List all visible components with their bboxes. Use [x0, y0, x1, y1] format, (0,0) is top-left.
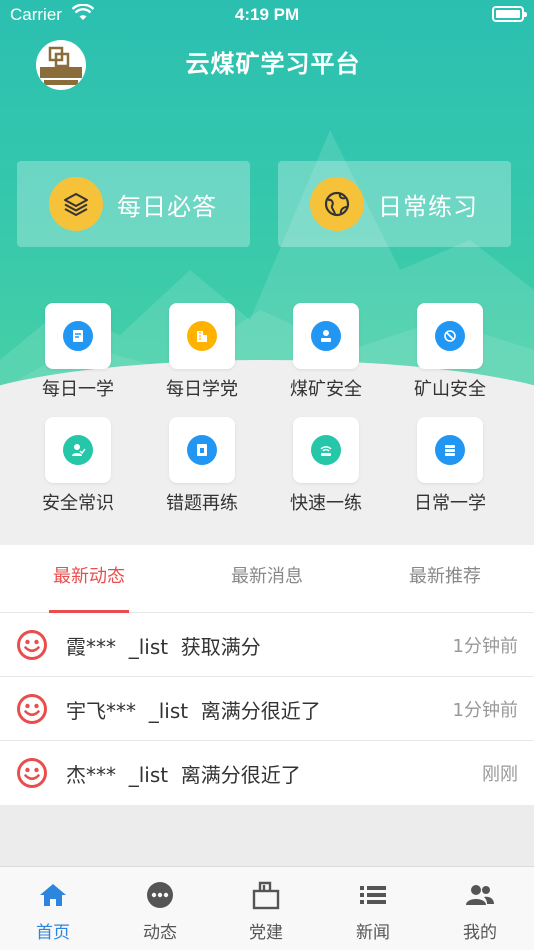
tabbar-party[interactable]: 党建 — [213, 867, 319, 950]
grid-item-label: 矿山安全 — [414, 379, 486, 400]
grid-item-label: 日常一学 — [414, 493, 486, 514]
battery-icon — [492, 6, 527, 22]
tabbar-label: 党建 — [249, 923, 283, 943]
feed-time: 刚刚 — [482, 764, 518, 785]
people-icon — [466, 885, 494, 905]
activity-feed: 霞*** _list 获取满分 1分钟前 宇飞*** _list 离满分很近了 … — [0, 613, 534, 805]
list-item[interactable]: 霞*** _list 获取满分 1分钟前 — [0, 613, 534, 677]
daily-practice-label: 日常练习 — [378, 192, 478, 221]
grid-item-label: 安全常识 — [42, 493, 114, 514]
smile-icon — [17, 758, 47, 788]
worker-icon — [311, 321, 341, 351]
grid-item-quick-practice[interactable]: 快速一练 — [271, 417, 381, 515]
daily-answer-button[interactable]: 每日必答 — [17, 161, 250, 247]
grid-item-label: 快速一练 — [290, 493, 362, 514]
chat-dots-icon — [147, 882, 173, 908]
status-bar: Carrier 4:19 PM — [0, 0, 534, 30]
tab-label: 最新动态 — [53, 566, 125, 587]
feed-time: 1分钟前 — [452, 700, 518, 721]
person-check-icon — [63, 435, 93, 465]
router-icon — [311, 435, 341, 465]
calendar-icon — [187, 435, 217, 465]
clock: 4:19 PM — [234, 5, 300, 24]
tab-latest-messages[interactable]: 最新消息 — [178, 545, 356, 613]
grid-item-daily-party[interactable]: 每日学党 — [147, 303, 257, 401]
list-icon — [360, 886, 386, 904]
news-tabs: 最新动态 最新消息 最新推荐 — [0, 545, 534, 613]
tabbar-label: 我的 — [463, 923, 497, 943]
tab-latest-activity[interactable]: 最新动态 — [0, 545, 178, 613]
list-item[interactable]: 宇飞*** _list 离满分很近了 1分钟前 — [0, 677, 534, 741]
grid-item-label: 煤矿安全 — [290, 379, 362, 400]
daily-answer-label: 每日必答 — [117, 192, 217, 221]
layers-icon — [49, 177, 103, 231]
daily-practice-button[interactable]: 日常练习 — [278, 161, 511, 247]
grid-item-wrong-practice[interactable]: 错题再练 — [147, 417, 257, 515]
tabbar-news[interactable]: 新闻 — [320, 867, 426, 950]
feed-text: 宇飞*** _list 离满分很近了 — [66, 699, 321, 723]
tab-label: 最新推荐 — [409, 566, 481, 587]
page-title: 云煤矿学习平台 — [185, 50, 361, 78]
feed-text: 杰*** _list 离满分很近了 — [66, 763, 301, 787]
feed-text: 霞*** _list 获取满分 — [66, 635, 261, 659]
tabbar-label: 首页 — [36, 923, 70, 943]
building-icon — [187, 321, 217, 351]
smile-icon — [17, 694, 47, 724]
grid-item-label: 错题再练 — [166, 493, 238, 514]
grid-item-mine-safety[interactable]: 矿山安全 — [395, 303, 505, 401]
server-icon — [435, 435, 465, 465]
feed-time: 1分钟前 — [452, 636, 518, 657]
tabbar-label: 动态 — [143, 923, 177, 943]
grid-item-daily-learn[interactable]: 日常一学 — [395, 417, 505, 515]
smile-icon — [17, 630, 47, 660]
home-icon — [40, 884, 66, 906]
flag-box-icon — [252, 881, 280, 910]
tabbar-mine[interactable]: 我的 — [427, 867, 533, 950]
tab-label: 最新消息 — [231, 566, 303, 587]
bottom-tab-bar: 首页 动态 党建 新闻 我的 — [0, 866, 534, 950]
notebook-icon — [63, 321, 93, 351]
grid-item-safety-knowledge[interactable]: 安全常识 — [23, 417, 133, 515]
tabbar-home[interactable]: 首页 — [0, 867, 106, 950]
tabbar-activity[interactable]: 动态 — [107, 867, 213, 950]
grid-item-label: 每日学党 — [166, 379, 238, 400]
list-item[interactable]: 杰*** _list 离满分很近了 刚刚 — [0, 741, 534, 805]
grid-item-label: 每日一学 — [42, 379, 114, 400]
tab-latest-recommend[interactable]: 最新推荐 — [356, 545, 534, 613]
pickaxe-icon — [435, 321, 465, 351]
tabbar-label: 新闻 — [356, 923, 390, 943]
grid-item-coal-safety[interactable]: 煤矿安全 — [271, 303, 381, 401]
grid-item-daily-study[interactable]: 每日一学 — [23, 303, 133, 401]
globe-icon — [310, 177, 364, 231]
